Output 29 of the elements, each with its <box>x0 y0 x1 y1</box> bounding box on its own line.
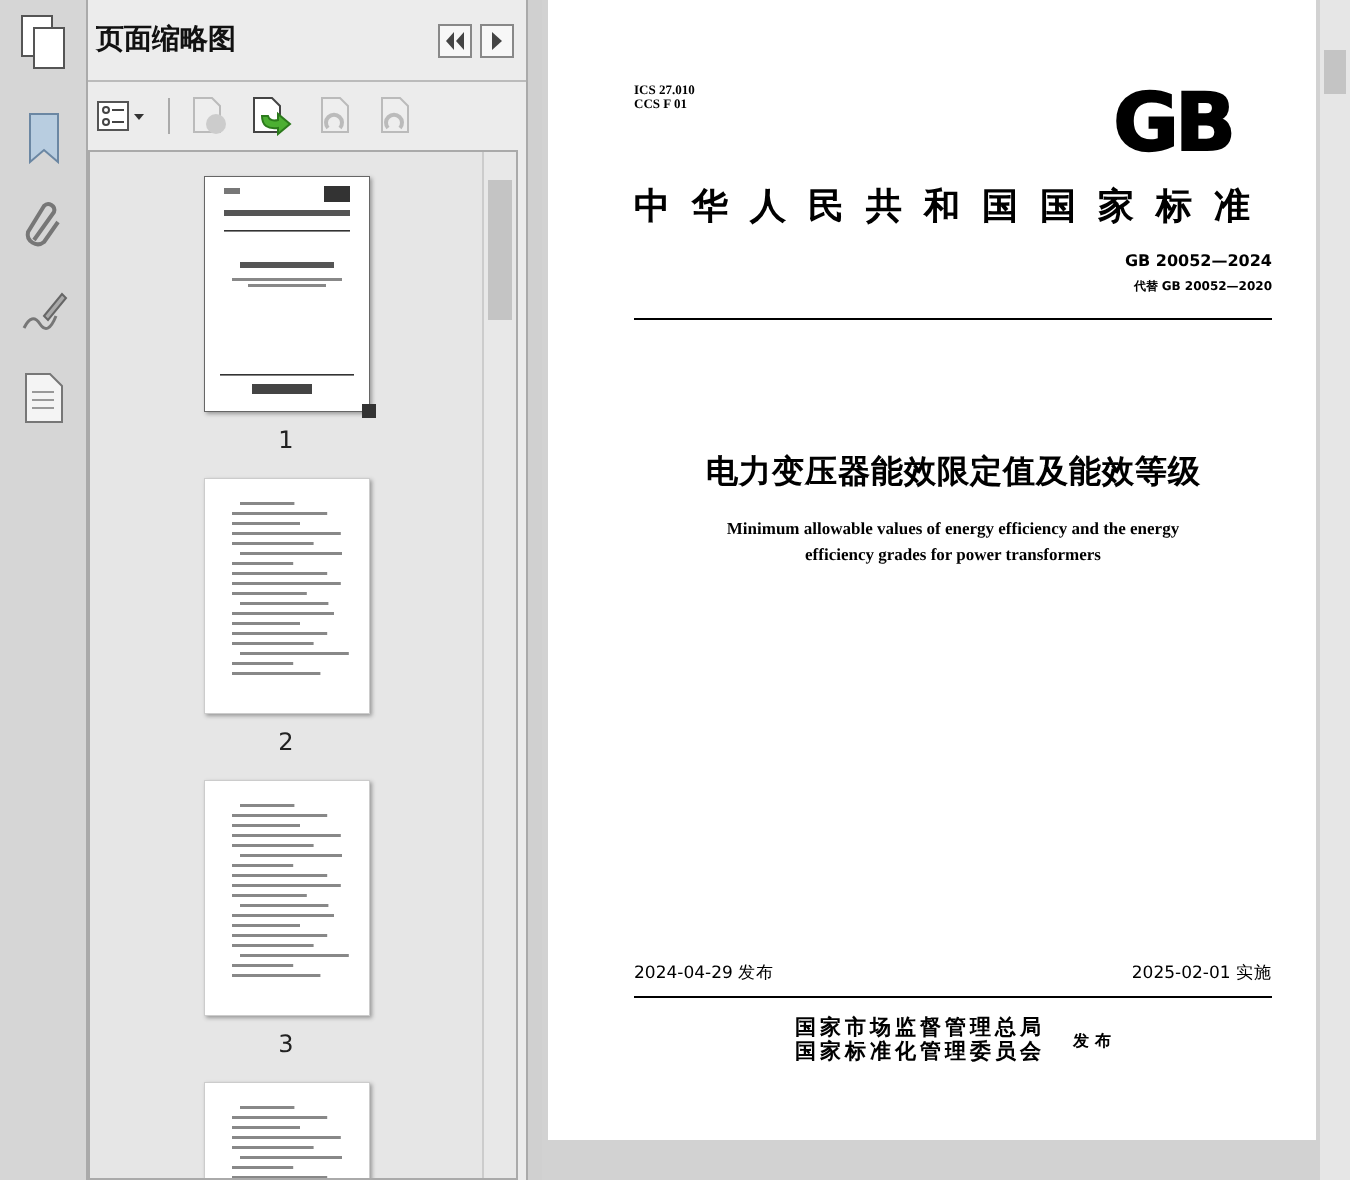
standard-title: 中华人民共和国国家标准 <box>634 184 1272 232</box>
document-icon[interactable] <box>23 372 63 424</box>
insert-page-icon[interactable] <box>250 96 294 136</box>
standard-code: GB 20052—2024 <box>1122 252 1272 270</box>
expand-icon[interactable] <box>480 23 514 57</box>
paperclip-icon[interactable] <box>21 200 65 252</box>
english-title: Minimum allowable values of energy efficiency and the energy <box>726 518 1180 538</box>
splitter-handle[interactable] <box>526 0 542 1180</box>
english-title: efficiency grades for power transformers <box>805 544 1101 564</box>
page-thumbnail[interactable] <box>203 176 369 412</box>
options-menu-icon[interactable] <box>96 98 148 134</box>
scrollbar-thumb[interactable] <box>1324 50 1346 94</box>
issuer-name: 国家标准化管理委员会 <box>795 1040 1046 1064</box>
bookmark-icon[interactable] <box>25 112 61 164</box>
page-number: 2 <box>278 728 294 756</box>
issued-label: 发 布 <box>1073 1029 1111 1051</box>
pages-icon[interactable] <box>17 12 69 72</box>
page-number: 1 <box>278 426 294 454</box>
document-title: 电力变压器能效限定值及能效等级 <box>703 452 1203 494</box>
current-page-marker <box>361 404 375 418</box>
scrollbar-thumb[interactable] <box>488 180 512 320</box>
signature-icon[interactable] <box>19 288 67 336</box>
gb-logo: GB <box>1113 84 1232 164</box>
issue-date: 2024-04-29 发布 <box>634 962 775 986</box>
collapse-panel-icon[interactable] <box>438 23 472 57</box>
page-number: 3 <box>278 1030 294 1058</box>
panel-title: 页面缩略图 <box>96 22 238 58</box>
issuer-name: 国家市场监督管理总局 <box>795 1016 1046 1040</box>
effective-date: 2025-02-01 实施 <box>1131 962 1272 986</box>
